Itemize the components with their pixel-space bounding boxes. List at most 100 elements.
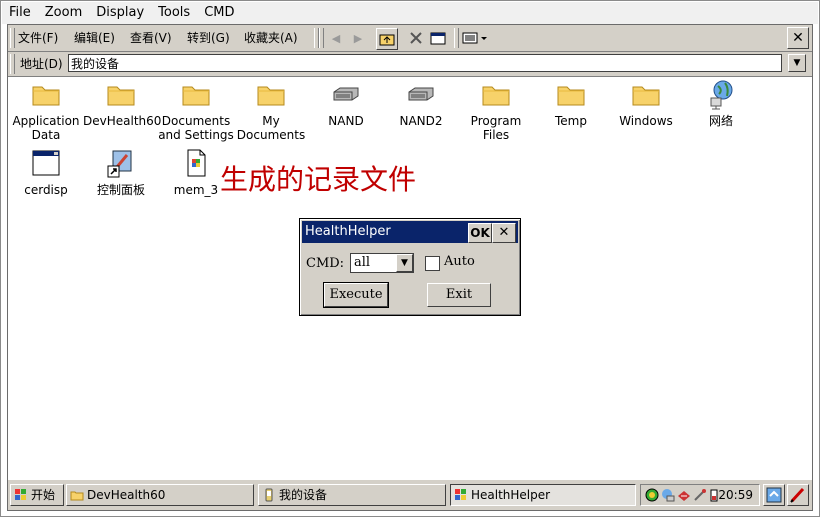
desktop-toggle-icon[interactable] [763, 484, 785, 506]
icon-cerdisp[interactable]: cerdisp [8, 147, 84, 197]
start-label: 开始 [31, 488, 56, 502]
icon-my-documents[interactable]: My Documents [233, 78, 309, 142]
device-icon [265, 488, 273, 502]
cmd-select-value: all [354, 255, 371, 270]
application-window-icon [32, 150, 60, 176]
icon-label: cerdisp [24, 183, 68, 197]
dialog-title-bar[interactable]: HealthHelper OK ✕ [302, 221, 518, 243]
network-icon[interactable] [661, 488, 675, 502]
system-tray: 20:59 [640, 484, 760, 506]
folder-icon [32, 86, 60, 106]
emulator-window: File Zoom Display Tools CMD 文件(F) 编辑(E) … [0, 0, 820, 517]
icon-label: Windows [619, 114, 673, 128]
icon-documents-and-settings[interactable]: Documents and Settings [158, 78, 234, 142]
address-dropdown-icon[interactable]: ▼ [788, 54, 806, 72]
icon-temp[interactable]: Temp [533, 78, 609, 128]
address-grip[interactable] [10, 54, 15, 74]
icon-application-data[interactable]: Application Data [8, 78, 84, 142]
task-my-device[interactable]: 我的设备 [258, 484, 446, 506]
folder-icon [632, 86, 660, 106]
toolbar-grip[interactable] [454, 28, 459, 48]
icon-windows[interactable]: Windows [608, 78, 684, 128]
properties-icon[interactable] [428, 28, 448, 48]
host-menu-tools[interactable]: Tools [151, 2, 197, 24]
task-label: 我的设备 [279, 488, 328, 502]
host-menu-display[interactable]: Display [89, 2, 151, 24]
app-icon [455, 489, 466, 500]
file-icon [187, 149, 206, 177]
connection-icon[interactable] [677, 488, 691, 502]
icon-network[interactable]: 网络 [683, 78, 759, 128]
host-menu-file[interactable]: File [2, 2, 38, 24]
close-button[interactable]: ✕ [787, 27, 809, 49]
menu-file[interactable]: 文件(F) [18, 29, 58, 47]
dialog-title: HealthHelper [305, 224, 391, 239]
address-bar: 地址(D) 我的设备 ▼ [8, 52, 812, 77]
sync-icon[interactable] [645, 488, 659, 502]
up-folder-icon[interactable] [376, 28, 398, 50]
folder-icon [182, 86, 210, 106]
view-mode-icon[interactable] [460, 28, 490, 48]
windows-logo-icon [15, 489, 26, 500]
device-screen: 文件(F) 编辑(E) 查看(V) 转到(G) 收藏夹(A) ◀ ▶ ✕ 地址(… [7, 24, 813, 511]
icon-nand[interactable]: NAND [308, 78, 384, 128]
task-healthhelper[interactable]: HealthHelper [450, 484, 636, 506]
folder-icon [257, 86, 285, 106]
host-menu-zoom[interactable]: Zoom [38, 2, 89, 24]
address-label: 地址(D) [20, 57, 63, 71]
healthhelper-dialog: HealthHelper OK ✕ CMD: all ▼ Auto Execut… [299, 218, 521, 316]
auto-label: Auto [444, 254, 475, 269]
icon-label: DevHealth60 [83, 114, 162, 128]
icon-label: 控制面板 [96, 183, 145, 197]
storage-card-icon [408, 87, 434, 101]
icon-program-files[interactable]: Program Files [458, 78, 534, 142]
cmd-select[interactable]: all ▼ [350, 253, 414, 273]
toolbar-grip[interactable] [10, 28, 15, 48]
chevron-down-icon[interactable]: ▼ [396, 254, 413, 272]
auto-checkbox[interactable] [425, 256, 440, 271]
delete-icon[interactable] [406, 28, 426, 48]
host-menu-cmd[interactable]: CMD [197, 2, 241, 24]
command-bar: 文件(F) 编辑(E) 查看(V) 转到(G) 收藏夹(A) ◀ ▶ ✕ [8, 25, 812, 52]
network-globe-icon [710, 80, 733, 110]
address-input[interactable]: 我的设备 [68, 54, 782, 72]
icon-nand2[interactable]: NAND2 [383, 78, 459, 128]
icon-label: Application Data [12, 114, 80, 142]
dialog-close-button[interactable]: ✕ [492, 223, 516, 243]
storage-card-icon [333, 87, 359, 101]
execute-button[interactable]: Execute [323, 282, 389, 308]
icon-label: Temp [555, 114, 587, 128]
taskbar: 开始 DevHealth60 我的设备 HealthHelper 20:59 [8, 479, 812, 510]
host-menu-bar: File Zoom Display Tools CMD [2, 2, 818, 24]
icon-label: NAND [328, 114, 364, 128]
folder-icon [107, 86, 135, 106]
control-panel-shortcut-icon [107, 150, 132, 178]
icon-label: Program Files [470, 114, 522, 142]
folder-icon [482, 86, 510, 106]
toolbar-grip[interactable] [319, 28, 324, 48]
menu-view[interactable]: 查看(V) [130, 29, 172, 47]
exit-button[interactable]: Exit [427, 283, 491, 307]
clock[interactable]: 20:59 [718, 485, 753, 505]
dialog-ok-button[interactable]: OK [468, 223, 492, 243]
icon-devhealth60[interactable]: DevHealth60 [83, 78, 162, 128]
icon-label: Documents and Settings [158, 114, 234, 142]
start-button[interactable]: 开始 [10, 484, 64, 506]
back-icon[interactable]: ◀ [326, 28, 346, 48]
input-panel-pen-icon[interactable] [787, 484, 809, 506]
menu-favorites[interactable]: 收藏夹(A) [244, 29, 298, 47]
tools-icon[interactable] [693, 488, 707, 502]
task-devhealth60[interactable]: DevHealth60 [66, 484, 254, 506]
folder-icon [557, 86, 585, 106]
menu-goto[interactable]: 转到(G) [187, 29, 230, 47]
icon-label: My Documents [236, 114, 306, 142]
cmd-label: CMD: [306, 256, 345, 271]
forward-icon[interactable]: ▶ [348, 28, 368, 48]
folder-icon [70, 491, 84, 501]
task-label: DevHealth60 [87, 488, 166, 502]
icon-label: 网络 [708, 114, 733, 128]
menu-edit[interactable]: 编辑(E) [74, 29, 115, 47]
icon-label: NAND2 [399, 114, 443, 128]
annotation-text: 生成的记录文件 [220, 163, 417, 196]
icon-control-panel[interactable]: 控制面板 [83, 147, 159, 197]
